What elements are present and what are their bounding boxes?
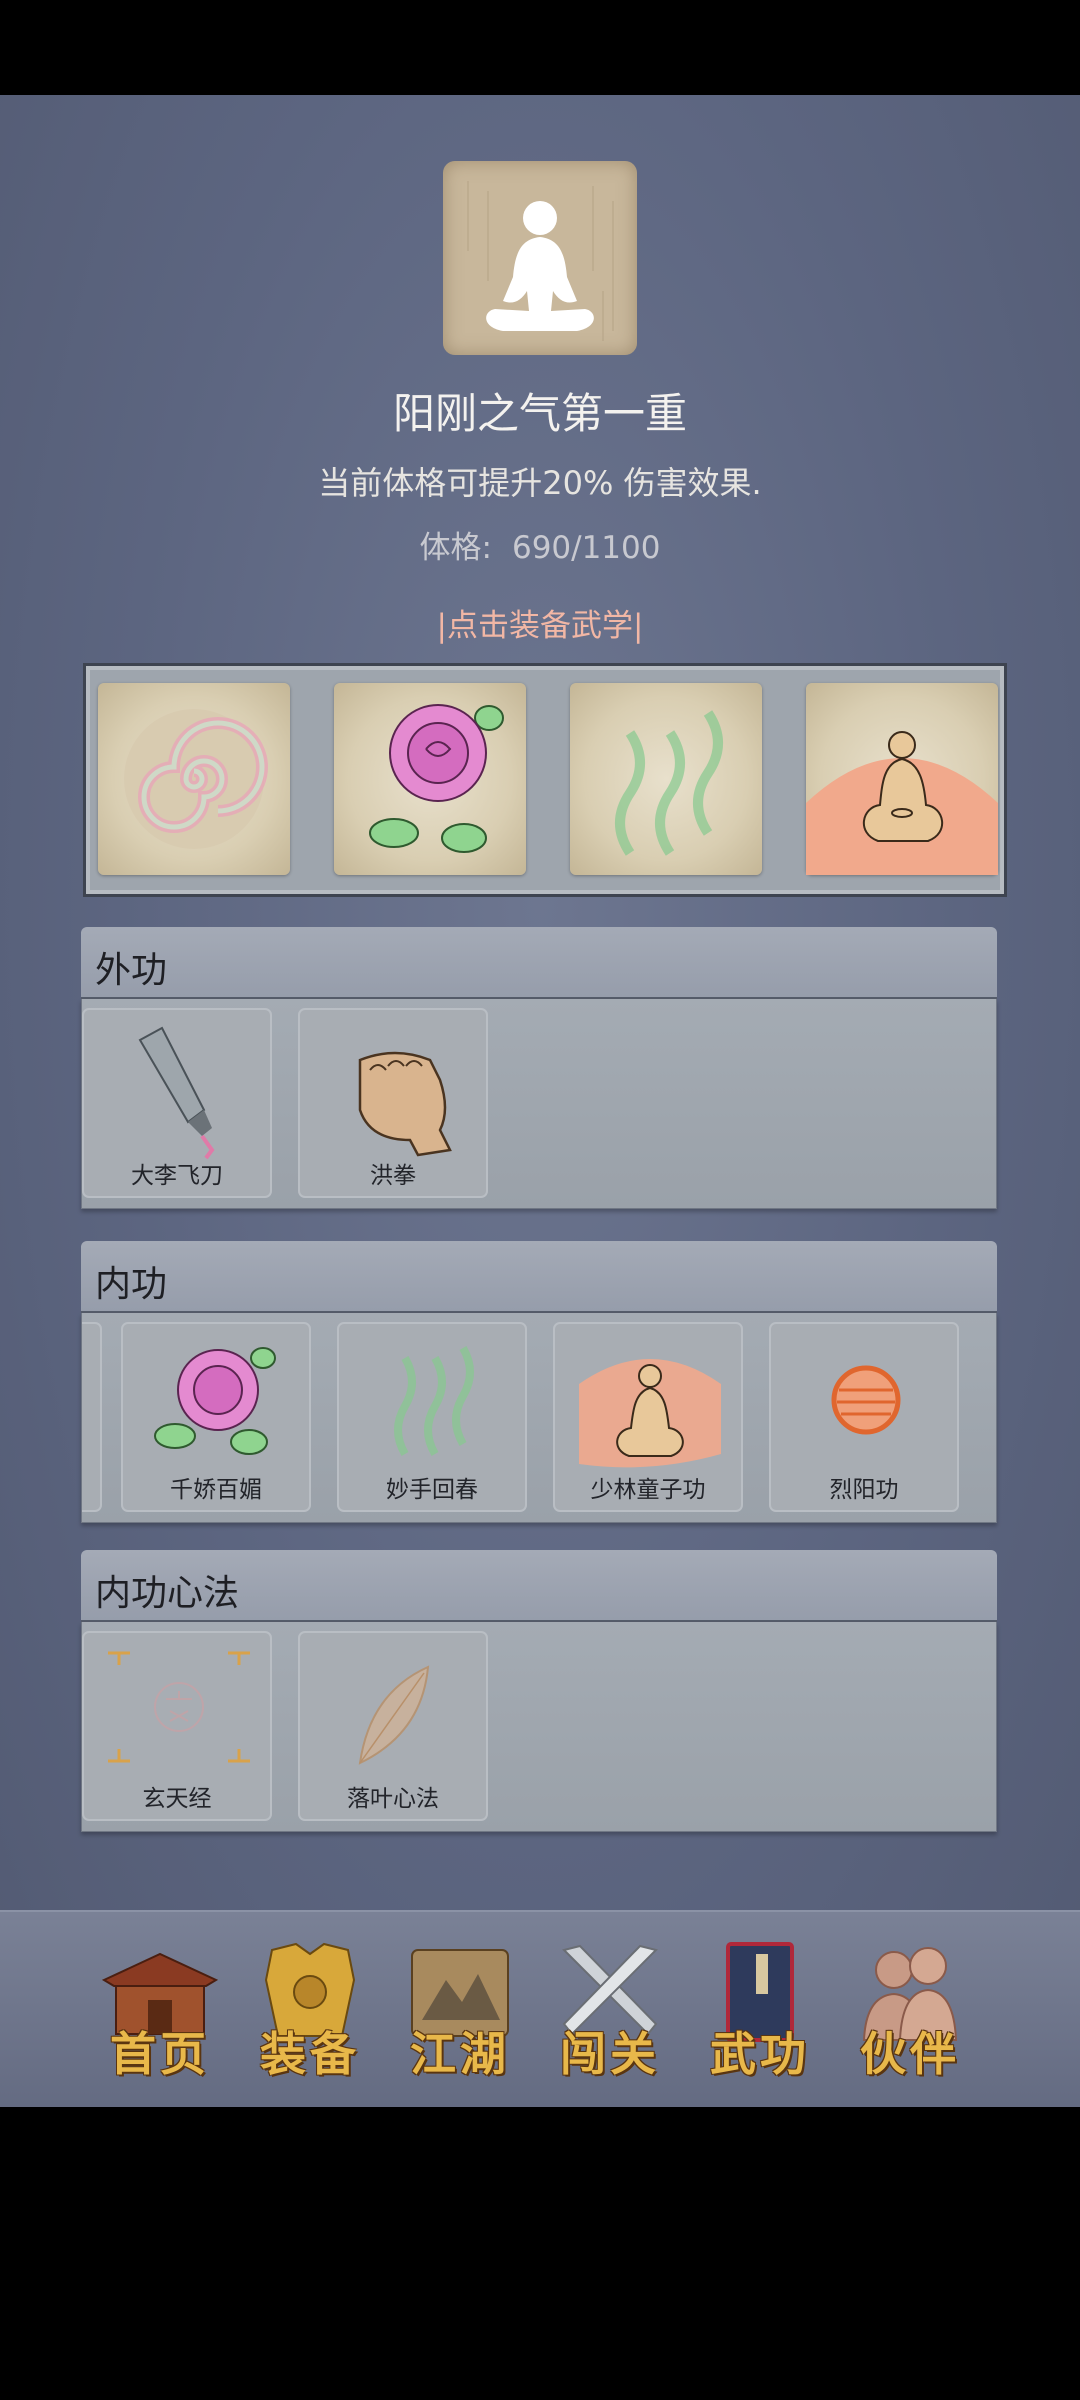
equip-martial-arts-link[interactable]: |点击装备武学| (0, 600, 1080, 645)
skill-label: 烈阳功 (829, 1477, 899, 1503)
skill-label: 玄天经 (142, 1786, 212, 1812)
martial-arts-screen: 阳刚之气第一重 当前体格可提升20% 伤害效果. 体格: 690/1100 |点击… (0, 95, 1080, 2107)
inner-skills-header: 内功 (81, 1241, 997, 1313)
physique-label: 体格: (419, 530, 492, 566)
green-wisps-icon (615, 710, 723, 856)
nav-jianghu[interactable]: 江湖 (385, 1912, 535, 2107)
nav-label: 首页 (110, 2027, 210, 2081)
outer-skills-title: 外功 (95, 950, 168, 991)
nav-martial-arts[interactable]: 武功 (685, 1912, 835, 2107)
inner-skills-title: 内功 (95, 1264, 168, 1305)
skill-label: 大李飞刀 (131, 1163, 223, 1189)
skill-title: 阳刚之气第一重 (392, 389, 687, 438)
equipped-slot-2[interactable] (334, 683, 526, 875)
mind-method-title: 内功心法 (95, 1573, 240, 1614)
meditation-avatar (443, 161, 637, 355)
physique-stat: 体格: 690/1100 (0, 522, 1080, 567)
nav-label: 武功 (710, 2027, 810, 2081)
mind-method-list[interactable]: 玄天经 落叶心法 (81, 1622, 997, 1832)
skill-card-partial[interactable] (82, 1322, 102, 1512)
skill-card-qianjiao-baimei[interactable]: 千娇百媚 (121, 1322, 311, 1512)
equipped-slot-3[interactable] (570, 683, 762, 875)
skill-card-flying-knife[interactable]: 大李飞刀 (82, 1008, 272, 1198)
skill-label: 千娇百媚 (170, 1477, 262, 1503)
bottom-navigation: 首页 装备 江湖 闯关 武功 伙伴 (0, 1910, 1080, 2107)
spiral-swirl-icon (124, 709, 268, 849)
equipped-skill-slots (83, 663, 1007, 897)
skill-label: 落叶心法 (347, 1786, 439, 1812)
skill-label: 妙手回春 (386, 1477, 478, 1503)
physique-value: 690/1100 (511, 530, 661, 566)
skill-label: 少林童子功 (590, 1477, 706, 1503)
nav-label: 装备 (260, 2027, 360, 2081)
rose-icon (369, 704, 504, 853)
skill-card-miaoshou-huichun[interactable]: 妙手回春 (337, 1322, 527, 1512)
nav-challenge[interactable]: 闯关 (535, 1912, 685, 2107)
skill-card-luoye[interactable]: 落叶心法 (298, 1631, 488, 1821)
outer-skills-list[interactable]: 大李飞刀 洪拳 (81, 999, 997, 1209)
skill-card-hong-fist[interactable]: 洪拳 (298, 1008, 488, 1198)
outer-skills-header: 外功 (81, 927, 997, 999)
nav-label: 江湖 (410, 2027, 510, 2081)
skill-card-shaolin-tongzi[interactable]: 少林童子功 (553, 1322, 743, 1512)
nav-label: 闯关 (560, 2027, 660, 2081)
equipped-slot-1[interactable] (98, 683, 290, 875)
inner-skills-list[interactable]: 千娇百媚 妙手回春 少林童子功 烈阳功 (81, 1313, 997, 1523)
nav-equipment[interactable]: 装备 (235, 1912, 385, 2107)
nav-companions[interactable]: 伙伴 (835, 1912, 985, 2107)
nav-home[interactable]: 首页 (85, 1912, 235, 2107)
meditating-figure-icon (467, 181, 614, 341)
skill-card-lieyang[interactable]: 烈阳功 (769, 1322, 959, 1512)
mind-method-header: 内功心法 (81, 1550, 997, 1622)
nav-label: 伙伴 (860, 2027, 960, 2081)
skill-label: 洪拳 (370, 1163, 416, 1189)
meditating-monk-icon (806, 731, 998, 875)
skill-card-xuantian[interactable]: 玄天经 (82, 1631, 272, 1821)
skill-description: 当前体格可提升20% 伤害效果. (318, 464, 762, 502)
equipped-slot-4[interactable] (806, 683, 998, 875)
